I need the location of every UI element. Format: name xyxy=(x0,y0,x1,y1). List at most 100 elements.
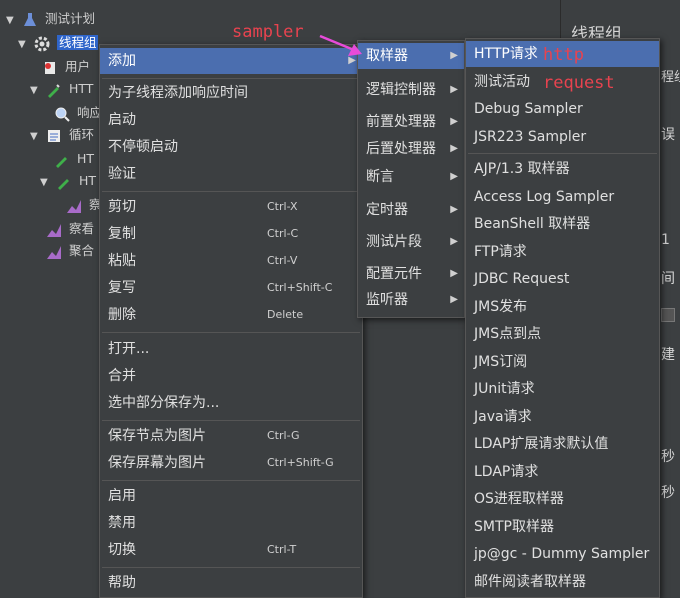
menu-item-label: 验证 xyxy=(108,166,136,182)
menu-item-label: 粘贴 xyxy=(108,253,136,269)
menu-item-label: 删除 xyxy=(108,307,136,323)
tree-node-loop[interactable]: ▼ 循环 xyxy=(30,124,94,146)
menu-separator xyxy=(102,78,360,79)
menu-separator xyxy=(468,153,657,154)
menu-item-label: Debug Sampler xyxy=(474,101,583,117)
menu-item-save-screen-image[interactable]: 保存屏幕为图片 Ctrl+Shift-G xyxy=(100,450,362,476)
tree-node-http-3[interactable]: ▼ HT xyxy=(40,170,96,192)
menu-item-label: 保存屏幕为图片 xyxy=(108,455,206,471)
menu-item-jsr223-sampler[interactable]: JSR223 Sampler xyxy=(466,124,659,150)
shortcut-label: Delete xyxy=(267,308,304,321)
submenu-arrow-icon: ▶ xyxy=(450,236,458,247)
menu-item-label: 逻辑控制器 xyxy=(366,82,436,98)
menu-item-ftp-request[interactable]: FTP请求 xyxy=(466,239,659,265)
submenu-arrow-icon: ▶ xyxy=(450,84,458,95)
menu-item-timer[interactable]: 定时器 ▶ xyxy=(358,197,464,223)
collapse-arrow-icon[interactable]: ▼ xyxy=(30,80,42,102)
menu-item-label: 启用 xyxy=(108,488,136,504)
tree-node-label: 线程组 xyxy=(56,35,99,50)
tree-node-listener-1[interactable]: 察 xyxy=(66,194,102,216)
menu-item-label: FTP请求 xyxy=(474,244,527,260)
menu-item-start-no-pause[interactable]: 不停顿启动 xyxy=(100,134,362,160)
menu-item-label: JMS点到点 xyxy=(474,326,542,342)
pipette-icon xyxy=(56,174,72,190)
menu-item-test-fragment[interactable]: 测试片段 ▶ xyxy=(358,229,464,255)
menu-item-assertion[interactable]: 断言 ▶ xyxy=(358,164,464,190)
menu-item-merge[interactable]: 合并 xyxy=(100,363,362,389)
menu-item-label: 后置处理器 xyxy=(366,141,436,157)
menu-item-jdbc-request[interactable]: JDBC Request xyxy=(466,266,659,292)
menu-item-ldap-ext-defaults[interactable]: LDAP扩展请求默认值 xyxy=(466,431,659,457)
tree-node-user-vars[interactable]: 用户 xyxy=(42,56,90,78)
menu-item-jms-publisher[interactable]: JMS发布 xyxy=(466,294,659,320)
tree-node-listener-3[interactable]: 聚合 xyxy=(46,240,94,262)
menu-item-add-think-time[interactable]: 为子线程添加响应时间 xyxy=(100,80,362,106)
menu-item-enable[interactable]: 启用 xyxy=(100,483,362,509)
shortcut-label: Ctrl+Shift-G xyxy=(267,456,334,469)
menu-item-remove[interactable]: 删除 Delete xyxy=(100,302,362,328)
user-defined-variables-icon xyxy=(42,60,58,76)
menu-item-toggle[interactable]: 切换 Ctrl-T xyxy=(100,537,362,563)
menu-item-junit-request[interactable]: JUnit请求 xyxy=(466,376,659,402)
menu-item-debug-sampler[interactable]: Debug Sampler xyxy=(466,96,659,122)
collapse-arrow-icon[interactable]: ▼ xyxy=(18,34,30,56)
tree-node-thread-group[interactable]: ▼ 线程组 xyxy=(18,32,99,56)
menu-item-label: 选中部分保存为... xyxy=(108,395,220,411)
tree-node-label: 用户 xyxy=(64,59,90,74)
tree-node-label: HTT xyxy=(68,81,94,96)
menu-item-listener[interactable]: 监听器 ▶ xyxy=(358,287,464,313)
menu-item-smtp-sampler[interactable]: SMTP取样器 xyxy=(466,514,659,540)
menu-item-mail-reader-sampler[interactable]: 邮件阅读者取样器 xyxy=(466,569,659,595)
tree-node-response[interactable]: 响应 xyxy=(54,102,102,124)
menu-item-os-process-sampler[interactable]: OS进程取样器 xyxy=(466,486,659,512)
collapse-arrow-icon[interactable]: ▼ xyxy=(40,172,52,194)
menu-item-ajp-sampler[interactable]: AJP/1.3 取样器 xyxy=(466,156,659,182)
menu-item-label: 测试活动 xyxy=(474,74,530,90)
menu-item-paste[interactable]: 粘贴 Ctrl-V xyxy=(100,248,362,274)
menu-item-java-request[interactable]: Java请求 xyxy=(466,404,659,430)
annotation-request: request xyxy=(543,73,615,93)
listener-graph-icon xyxy=(66,198,82,214)
pipette-icon xyxy=(54,152,70,168)
menu-item-label: BeanShell 取样器 xyxy=(474,216,591,232)
menu-separator xyxy=(102,191,360,192)
tree-node-http-1[interactable]: ▼ HTT xyxy=(30,78,93,100)
sampler-submenu: HTTP请求 测试活动 Debug Sampler JSR223 Sampler… xyxy=(465,38,660,598)
menu-item-open[interactable]: 打开... xyxy=(100,336,362,362)
menu-item-logic-controller[interactable]: 逻辑控制器 ▶ xyxy=(358,77,464,103)
menu-item-dummy-sampler[interactable]: jp@gc - Dummy Sampler xyxy=(466,541,659,567)
menu-item-ldap-request[interactable]: LDAP请求 xyxy=(466,459,659,485)
menu-item-label: 取样器 xyxy=(366,48,408,64)
menu-item-start[interactable]: 启动 xyxy=(100,107,362,133)
menu-item-disable[interactable]: 禁用 xyxy=(100,510,362,536)
menu-item-beanshell-sampler[interactable]: BeanShell 取样器 xyxy=(466,211,659,237)
tree-node-http-2[interactable]: HT xyxy=(54,148,94,170)
shortcut-label: Ctrl-X xyxy=(267,200,298,213)
menu-item-save-node-image[interactable]: 保存节点为图片 Ctrl-G xyxy=(100,423,362,449)
checkbox[interactable] xyxy=(661,308,675,322)
menu-item-jms-subscriber[interactable]: JMS订阅 xyxy=(466,349,659,375)
menu-item-jms-point-to-point[interactable]: JMS点到点 xyxy=(466,321,659,347)
menu-item-access-log-sampler[interactable]: Access Log Sampler xyxy=(466,184,659,210)
menu-item-label: 打开... xyxy=(108,341,150,357)
shortcut-label: Ctrl+Shift-C xyxy=(267,281,333,294)
menu-item-label: LDAP扩展请求默认值 xyxy=(474,436,609,452)
menu-item-validate[interactable]: 验证 xyxy=(100,161,362,187)
menu-item-preprocessor[interactable]: 前置处理器 ▶ xyxy=(358,109,464,135)
menu-item-label: 邮件阅读者取样器 xyxy=(474,574,586,590)
menu-item-postprocessor[interactable]: 后置处理器 ▶ xyxy=(358,136,464,162)
menu-item-duplicate[interactable]: 复写 Ctrl+Shift-C xyxy=(100,275,362,301)
tree-node-listener-2[interactable]: 察看 xyxy=(46,218,94,240)
menu-separator xyxy=(102,480,360,481)
add-submenu: 取样器 ▶ 逻辑控制器 ▶ 前置处理器 ▶ 后置处理器 ▶ 断言 ▶ 定时器 ▶ 测试片段 ▶… xyxy=(357,40,465,318)
tree-node-test-plan[interactable]: ▼ 测试计划 xyxy=(6,8,95,30)
menu-item-help[interactable]: 帮助 xyxy=(100,570,362,596)
menu-item-copy[interactable]: 复制 Ctrl-C xyxy=(100,221,362,247)
menu-item-label: JDBC Request xyxy=(474,271,570,287)
collapse-arrow-icon[interactable]: ▼ xyxy=(6,10,18,32)
menu-item-config-element[interactable]: 配置元件 ▶ xyxy=(358,261,464,287)
menu-item-save-selection[interactable]: 选中部分保存为... xyxy=(100,390,362,416)
collapse-arrow-icon[interactable]: ▼ xyxy=(30,126,42,148)
menu-item-sampler[interactable]: 取样器 ▶ xyxy=(358,43,464,69)
menu-item-cut[interactable]: 剪切 Ctrl-X xyxy=(100,194,362,220)
